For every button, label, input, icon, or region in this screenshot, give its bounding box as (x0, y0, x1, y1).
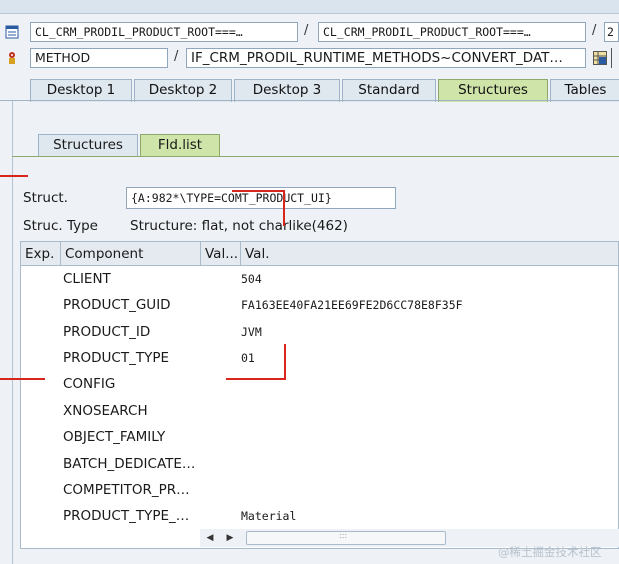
separator: / (304, 23, 309, 38)
table-row[interactable]: PRODUCT_GUID FA163EE40FA21EE69FE2D6CC78E8… (21, 293, 618, 319)
table-row[interactable]: COMPETITOR_PR… (21, 478, 618, 504)
component-cell: PRODUCT_TYPE (63, 350, 170, 366)
separator: / (174, 49, 179, 64)
component-cell: COMPETITOR_PR… (63, 482, 190, 498)
tab-desktop-3[interactable]: Desktop 3 (234, 79, 340, 102)
table-row[interactable]: CLIENT 504 (21, 267, 618, 293)
value-cell: 504 (241, 272, 262, 286)
tab-tables[interactable]: Tables (550, 79, 619, 102)
table-row[interactable]: CONFIG (21, 372, 618, 398)
column-header-val-short[interactable]: Val... (201, 242, 241, 266)
subtab-field-list[interactable]: Fld.list (140, 134, 220, 157)
component-cell: OBJECT_FAMILY (63, 429, 166, 445)
line-field[interactable]: 2 (604, 22, 619, 42)
tab-standard[interactable]: Standard (342, 79, 436, 102)
table-row[interactable]: PRODUCT_TYPE 01 (21, 346, 618, 372)
event-name-field[interactable]: IF_CRM_PRODIL_RUNTIME_METHODS~CONVERT_DA… (186, 48, 586, 68)
table-row[interactable]: PRODUCT_TYPE_… Material (21, 504, 618, 530)
annotation-line (283, 190, 285, 226)
annotation-line (0, 175, 28, 177)
table-row[interactable]: OBJECT_FAMILY (21, 425, 618, 451)
tab-structures[interactable]: Structures (438, 79, 548, 102)
column-header-component[interactable]: Component (61, 242, 201, 266)
table-header: Exp. Component Val... Val. (20, 241, 619, 266)
tab-desktop-2[interactable]: Desktop 2 (134, 79, 232, 102)
component-cell: CONFIG (63, 376, 116, 392)
component-cell: PRODUCT_GUID (63, 297, 171, 313)
include-field[interactable]: CL_CRM_PRODIL_PRODUCT_ROOT===… (318, 22, 586, 42)
annotation-line (284, 344, 286, 380)
column-header-val[interactable]: Val. (241, 242, 618, 266)
struct-label: Struct. (23, 190, 68, 206)
component-cell: CLIENT (63, 271, 111, 287)
grip-icon: ::: (339, 531, 348, 540)
grid-icon[interactable] (593, 51, 607, 65)
component-cell: XNOSEARCH (63, 403, 148, 419)
component-cell: BATCH_DEDICATE… (63, 456, 196, 472)
tab-desktop-1[interactable]: Desktop 1 (30, 79, 132, 102)
separator: / (592, 23, 597, 38)
value-cell: FA163EE40FA21EE69FE2D6CC78E8F35F (241, 298, 463, 312)
program-field[interactable]: CL_CRM_PRODIL_PRODUCT_ROOT===… (30, 22, 298, 42)
annotation-line (232, 190, 284, 192)
subtab-structures[interactable]: Structures (38, 134, 138, 157)
scroll-right-icon[interactable]: ▶ (224, 531, 236, 545)
field-list-table: CLIENT 504 PRODUCT_GUID FA163EE40FA21EE69F… (20, 241, 619, 549)
annotation-line (0, 378, 45, 380)
struct-type-label: Struc. Type (23, 218, 98, 234)
value-cell: 01 (241, 351, 255, 365)
event-type-field[interactable]: METHOD (30, 48, 168, 68)
watermark: @稀土掘金技术社区 (498, 545, 602, 559)
scroll-left-icon[interactable]: ◀ (204, 531, 216, 545)
component-cell: PRODUCT_ID (63, 324, 151, 340)
value-cell: JVM (241, 325, 262, 339)
top-strip (0, 0, 619, 14)
annotation-line (226, 378, 286, 380)
document-icon (5, 25, 19, 39)
subtabs-divider (12, 156, 619, 157)
column-header-exp[interactable]: Exp. (21, 242, 61, 266)
table-row[interactable]: XNOSEARCH (21, 399, 618, 425)
table-row[interactable]: BATCH_DEDICATE… (21, 452, 618, 478)
scroll-thumb[interactable]: ::: (246, 531, 446, 545)
table-row[interactable]: PRODUCT_ID JVM (21, 320, 618, 346)
overflow-marker (611, 48, 619, 68)
method-icon (5, 51, 19, 65)
desktop-tabs: Desktop 1 Desktop 2 Desktop 3 Standard S… (0, 79, 619, 102)
struct-type-value: Structure: flat, not charlike(462) (130, 218, 348, 234)
component-cell: PRODUCT_TYPE_… (63, 508, 190, 524)
value-cell: Material (241, 509, 297, 523)
